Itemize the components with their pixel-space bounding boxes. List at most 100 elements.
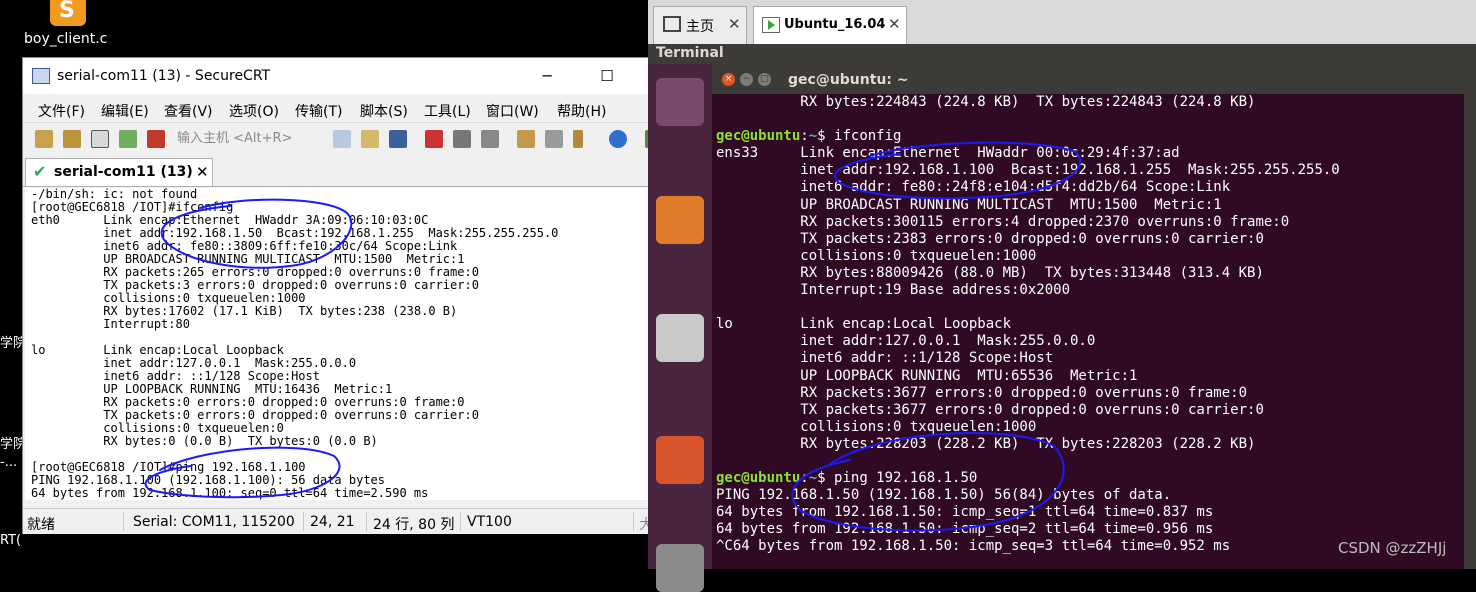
launcher-settings-icon[interactable] xyxy=(656,544,704,592)
minimize-button[interactable]: ─ xyxy=(527,64,567,88)
terminal-maximize-icon[interactable]: □ xyxy=(758,73,771,86)
help-icon[interactable] xyxy=(609,130,627,148)
terminal-line: 64 bytes from 192.168.1.100: seq=0 ttl=6… xyxy=(31,486,429,500)
terminal-line: UP BROADCAST RUNNING MULTICAST MTU:1500 … xyxy=(716,196,1222,213)
terminal-line: inet addr:127.0.0.1 Mask:255.0.0.0 xyxy=(716,333,1096,350)
session-options-icon[interactable] xyxy=(517,130,535,148)
launcher-files-icon[interactable] xyxy=(656,314,704,362)
terminal-line: lo Link encap:Local Loopback xyxy=(716,316,1012,333)
vm-workstation: 主页 ✕ Ubuntu_16.04 ✕ Terminal × − □ gec@u… xyxy=(648,0,1476,592)
status-ready: 就绪 xyxy=(27,517,55,533)
status-cursor: 24, 21 xyxy=(310,514,355,530)
ubuntu-terminal[interactable]: RX bytes:224843 (224.8 KB) TX bytes:2248… xyxy=(712,94,1476,569)
connect-icon[interactable] xyxy=(35,130,53,148)
terminal-output: -/bin/sh: ic: not found [root@GEC6818 /IO… xyxy=(31,188,558,500)
terminal-line: ens33 Link encap:Ethernet HWaddr 00:0c:2… xyxy=(716,145,1180,162)
tab-close-icon[interactable]: ✕ xyxy=(196,163,209,181)
session-tab[interactable]: ✔ serial-com11 (13) ✕ xyxy=(25,158,213,186)
terminal-line: RX packets:3677 errors:0 dropped:0 overr… xyxy=(716,384,1248,401)
desktop-fragment: -... xyxy=(0,455,18,470)
global-options-icon[interactable] xyxy=(545,130,563,148)
terminal-line: TX packets:3677 errors:0 dropped:0 overr… xyxy=(716,401,1264,418)
desktop-icon-label[interactable]: boy_client.c xyxy=(24,31,107,47)
active-app-name: Terminal xyxy=(656,45,724,61)
menu-options[interactable]: 选项(O) xyxy=(229,101,279,121)
terminal-line: Interrupt:19 Base address:0x2000 xyxy=(716,282,1071,299)
watermark: CSDN @zzZHJj xyxy=(1338,539,1447,557)
copy-icon[interactable] xyxy=(333,130,351,148)
status-emulation: VT100 xyxy=(467,514,512,530)
keymap-icon[interactable] xyxy=(573,130,583,148)
printer-icon[interactable] xyxy=(481,130,499,148)
terminal-line: Interrupt:80 xyxy=(31,317,190,331)
serial-terminal[interactable]: -/bin/sh: ic: not found [root@GEC6818 /IO… xyxy=(25,188,670,500)
terminal-line: RX bytes:0 (0.0 B) TX bytes:0 (0.0 B) xyxy=(31,434,378,448)
menu-transfer[interactable]: 传输(T) xyxy=(295,101,342,121)
menu-view[interactable]: 查看(V) xyxy=(164,101,213,121)
status-bar: 就绪 Serial: COM11, 115200 24, 21 24 行, 80… xyxy=(23,508,695,534)
prompt-user: gec@ubuntu xyxy=(716,470,801,487)
unity-launcher xyxy=(648,64,712,592)
terminal-titlebar[interactable]: × − □ gec@ubuntu: ~ xyxy=(712,66,1476,94)
vm-tab-bar: 主页 ✕ Ubuntu_16.04 ✕ xyxy=(648,0,1476,44)
terminal-line: RX bytes:228203 (228.2 KB) TX bytes:2282… xyxy=(716,435,1256,452)
terminal-line: PING 192.168.1.50 (192.168.1.50) 56(84) … xyxy=(716,487,1172,504)
launcher-firefox-icon[interactable] xyxy=(656,196,704,244)
title-bar[interactable]: serial-com11 (13) - SecureCRT ─ ☐ ✕ xyxy=(23,58,695,94)
menu-tools[interactable]: 工具(L) xyxy=(424,101,471,121)
terminal-line: inet6 addr: ::1/128 Scope:Host xyxy=(716,350,1054,367)
host-input[interactable]: 输入主机 <Alt+R> xyxy=(175,129,325,149)
menu-window[interactable]: 窗口(W) xyxy=(486,101,539,121)
paste-icon[interactable] xyxy=(361,130,379,148)
find-icon[interactable] xyxy=(389,130,407,148)
tab-home[interactable]: 主页 ✕ xyxy=(653,6,747,44)
prompt-line: gec@ubuntu:~$ ifconfig xyxy=(716,128,902,145)
menu-edit[interactable]: 编辑(E) xyxy=(101,101,149,121)
terminal-line: RX bytes:88009426 (88.0 MB) TX bytes:313… xyxy=(716,264,1264,281)
terminal-line: 64 bytes from 192.168.1.50: icmp_seq=1 t… xyxy=(716,504,1214,521)
tab-ubuntu[interactable]: Ubuntu_16.04 ✕ xyxy=(753,6,907,44)
connected-check-icon: ✔ xyxy=(33,162,47,181)
prompt-path: ~ xyxy=(808,470,818,487)
reconnect-icon[interactable] xyxy=(119,130,137,148)
terminal-line: RX bytes:224843 (224.8 KB) TX bytes:2248… xyxy=(716,94,1256,110)
maximize-button[interactable]: ☐ xyxy=(587,64,627,88)
disconnect-icon[interactable] xyxy=(147,130,165,148)
terminal-line: inet addr:192.168.1.100 Bcast:192.168.1.… xyxy=(716,162,1340,179)
prompt-command: $ ifconfig xyxy=(817,128,902,145)
desktop-fragment: RT( xyxy=(0,533,22,548)
menu-script[interactable]: 脚本(S) xyxy=(360,101,408,121)
securecrt-window: serial-com11 (13) - SecureCRT ─ ☐ ✕ 文件(F… xyxy=(22,57,696,534)
session-tab-bar: ✔ serial-com11 (13) ✕ ◀ ▶ xyxy=(23,156,695,187)
terminal-line: inet6 addr: fe80::24f8:e104:d5f4:dd2b/64… xyxy=(716,179,1231,196)
terminal-minimize-icon[interactable]: − xyxy=(740,73,753,86)
terminal-line: ^C64 bytes from 192.168.1.50: icmp_seq=3… xyxy=(716,538,1231,555)
menu-help[interactable]: 帮助(H) xyxy=(557,101,606,121)
ubuntu-top-panel: Terminal xyxy=(648,44,1476,64)
quick-connect-icon[interactable] xyxy=(63,130,81,148)
launcher-app-icon[interactable] xyxy=(656,78,704,126)
tab-home-close-icon[interactable]: ✕ xyxy=(728,15,741,33)
terminal-line: TX packets:2383 errors:0 dropped:0 overr… xyxy=(716,230,1264,247)
vm-running-icon xyxy=(762,17,780,33)
terminal-output: RX bytes:224843 (224.8 KB) TX bytes:2248… xyxy=(716,94,1340,556)
terminal-scrollbar[interactable] xyxy=(1464,94,1476,569)
window-title: serial-com11 (13) - SecureCRT xyxy=(57,68,271,84)
prompt-command: $ ping 192.168.1.50 xyxy=(817,470,978,487)
terminal-close-icon[interactable]: × xyxy=(722,73,735,86)
connect-tab-icon[interactable] xyxy=(91,130,109,148)
print-setup-icon[interactable] xyxy=(425,130,443,148)
print-icon[interactable] xyxy=(453,130,471,148)
launcher-software-icon[interactable] xyxy=(656,436,704,484)
tab-ubuntu-close-icon[interactable]: ✕ xyxy=(888,15,901,33)
menu-file[interactable]: 文件(F) xyxy=(38,101,85,121)
terminal-line: RX packets:300115 errors:4 dropped:2370 … xyxy=(716,213,1290,230)
securecrt-app-icon xyxy=(32,68,50,84)
sublime-s-glyph: S xyxy=(59,0,75,23)
prompt-user: gec@ubuntu xyxy=(716,128,801,145)
terminal-title: gec@ubuntu: ~ xyxy=(788,72,909,88)
terminal-line: 64 bytes from 192.168.1.50: icmp_seq=2 t… xyxy=(716,521,1214,538)
